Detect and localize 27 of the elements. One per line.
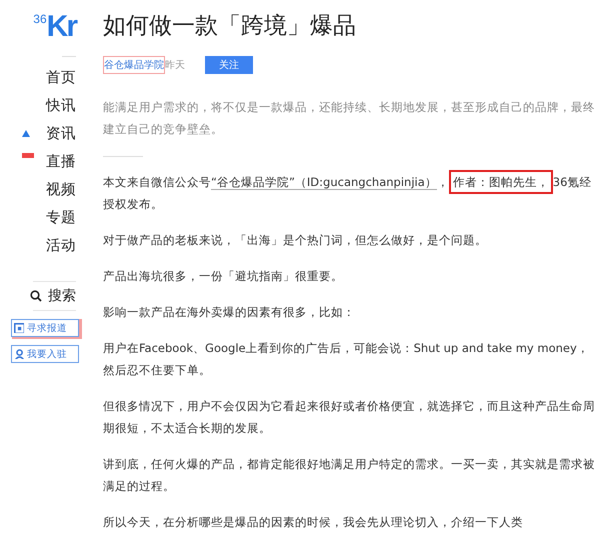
nav-item[interactable]: 快讯 <box>20 91 76 119</box>
sidebar-button[interactable]: 我要入驻 <box>11 345 79 363</box>
author-link[interactable]: 谷仓爆品学院 <box>103 56 165 74</box>
paragraph: 本文来自微信公众号“谷仓爆品学院”（ID:gucangchanpinjia）， 作者：图帕先生， 36氪经授权发布。 <box>103 171 598 215</box>
paragraph: 所以今天，在分析哪些是爆品的因素的时候，我会先从理论切入，介绍一下人类 <box>103 514 524 531</box>
person-icon <box>14 349 24 359</box>
paragraph: 产品出海坑很多，一份「避坑指南」很重要。 <box>103 268 344 285</box>
paragraph: 但很多情况下，用户不会仅因为它看起来很好或者价格便宜，就选择它，而且这种产品生命周期很短，不太适合长期的发展。 <box>103 398 596 437</box>
follow-button[interactable]: 关注 <box>205 56 253 74</box>
search-icon[interactable] <box>30 290 42 302</box>
nav-item[interactable]: 资讯 <box>20 119 76 147</box>
paragraph: 讲到底，任何火爆的产品，都肯定能很好地满足用户特定的需求。一买一卖，其实就是需求被满足的过程。 <box>103 456 596 495</box>
search-link[interactable]: 搜索 <box>48 287 76 305</box>
nav-item[interactable]: 活动 <box>20 231 76 259</box>
paragraph: 影响一款产品在海外卖爆的因素有很多，比如： <box>103 304 356 321</box>
paragraph: 对于做产品的老板来说，「出海」是个热门词，但怎么做好，是个问题。 <box>103 232 488 249</box>
nav-item[interactable]: 首页 <box>20 63 76 91</box>
article-summary: 能满足用户需求的，将不仅是一款爆品，还能持续、长期地发展，甚至形成自己的品牌，最终建立自己的竞争壁垒。 <box>103 99 596 138</box>
author-credit: 作者：图帕先生， <box>448 170 553 194</box>
nav-item[interactable]: 专题 <box>20 203 76 231</box>
sidebar-button[interactable]: 寻求报道 <box>11 319 79 337</box>
article-title: 如何做一款「跨境」爆品 <box>103 12 357 41</box>
nav-item[interactable]: 视频 <box>20 175 76 203</box>
nav-item[interactable]: 直播 <box>20 147 76 175</box>
paragraph: 用户在Facebook、Google上看到你的广告后，可能会说：Shut up and take my money，然后忍不住要下单。 <box>103 340 590 379</box>
post-time: 昨天 <box>165 59 185 72</box>
source-link[interactable]: “谷仓爆品学院”（ID:gucangchanpinjia） <box>211 175 437 190</box>
